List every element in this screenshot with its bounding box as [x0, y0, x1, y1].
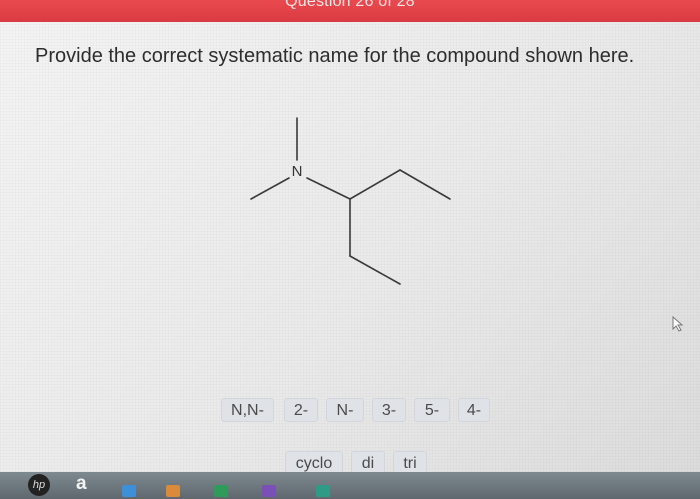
- browser-icon[interactable]: [122, 485, 136, 497]
- bond-n-ch: [306, 177, 351, 200]
- app-icon[interactable]: [166, 485, 180, 497]
- taskbar: hp a: [0, 472, 700, 499]
- tile-3[interactable]: 3-: [372, 398, 406, 422]
- tile-n[interactable]: N-: [326, 398, 364, 422]
- cursor-icon: [672, 316, 684, 332]
- tile-2[interactable]: 2-: [284, 398, 318, 422]
- bond-ethyl-right-end: [399, 169, 451, 200]
- store-icon[interactable]: [316, 485, 330, 497]
- hp-logo-icon[interactable]: hp: [28, 474, 50, 496]
- amazon-icon[interactable]: a: [76, 473, 87, 495]
- bond-n-methyl-left: [250, 177, 290, 200]
- bond-ch-ethyl-right: [349, 169, 401, 200]
- molecule-structure: N: [250, 117, 451, 285]
- nitrogen-label: N: [292, 163, 303, 180]
- tile-4[interactable]: 4-: [458, 398, 490, 422]
- bond-ethyl-down-end: [349, 255, 401, 285]
- tile-n-n[interactable]: N,N-: [221, 398, 274, 422]
- tile-5[interactable]: 5-: [414, 398, 450, 422]
- excel-icon[interactable]: [214, 485, 228, 497]
- onenote-icon[interactable]: [262, 485, 276, 497]
